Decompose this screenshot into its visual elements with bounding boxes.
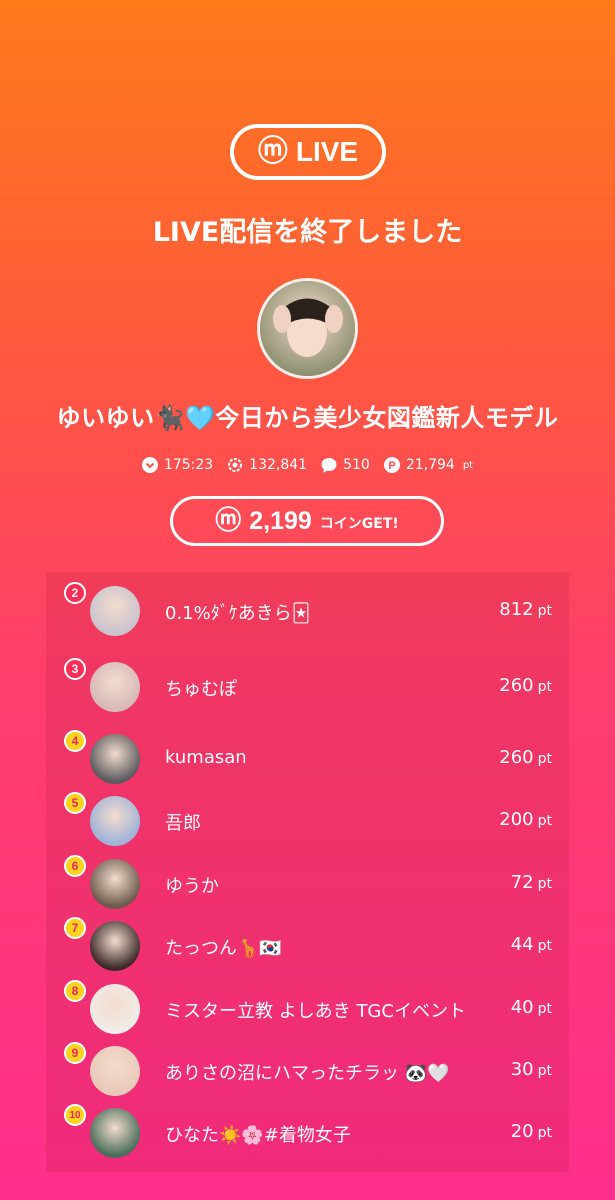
user-points: 40 pt	[511, 997, 552, 1018]
points-number: 72	[510, 872, 534, 893]
rank-badge: 4	[64, 730, 86, 752]
user-points: 44 pt	[511, 934, 552, 955]
streamer-photo	[260, 281, 355, 376]
user-points: 260 pt	[499, 675, 552, 696]
user-avatar[interactable]	[90, 984, 140, 1034]
points-unit: pt	[537, 876, 552, 892]
user-name: ミスター立教 よしあき TGCイベント	[165, 1001, 466, 1022]
user-points: 30 pt	[511, 1059, 552, 1080]
points-number: 20	[510, 1121, 534, 1142]
m-logo-icon: ⓜ	[257, 134, 288, 169]
points-unit: pt	[537, 1125, 552, 1141]
comments-value: 510	[343, 457, 370, 473]
coin-amount: 2,199	[249, 506, 312, 535]
ranking-row[interactable]: 5 吾郎 200 pt	[46, 792, 569, 852]
points-unit: pt	[537, 938, 552, 954]
viewers-icon	[228, 458, 243, 472]
points-number: 200	[499, 809, 534, 830]
rank-badge: 3	[64, 658, 86, 680]
user-name: ちゅむぽ	[165, 679, 237, 700]
user-name: ありさの沼にハマったチラッ 🐼🤍	[165, 1063, 450, 1084]
ranking-row[interactable]: 7 たっつん🦒🇰🇷 44 pt	[46, 917, 569, 977]
coin-icon: ⓜ	[215, 506, 242, 536]
points-number: 40	[510, 997, 534, 1018]
points-icon: P	[383, 457, 400, 473]
streamer-name: ゆいゆい🐈‍⬛🩵今日から美少女図鑑新人モデル	[56, 404, 559, 432]
user-avatar[interactable]	[90, 796, 140, 846]
user-avatar[interactable]	[90, 1108, 140, 1158]
coin-get-badge: ⓜ 2,199 コインGET!	[170, 496, 444, 546]
logo-text: LIVE	[295, 136, 359, 167]
points-unit: pt	[537, 813, 552, 829]
mlive-logo: ⓜ LIVE	[230, 124, 386, 180]
duration-stat: 175:23	[141, 457, 214, 473]
user-name: 0.1%ﾀﾞｹあきら🃏	[165, 603, 311, 624]
points-number: 812	[499, 599, 534, 620]
user-points: 260 pt	[499, 747, 552, 768]
points-value: 21,794	[405, 457, 455, 473]
user-points: 72 pt	[511, 872, 552, 893]
rank-badge: 10	[64, 1104, 86, 1126]
user-avatar[interactable]	[90, 662, 140, 712]
user-name: たっつん🦒🇰🇷	[165, 938, 282, 959]
points-number: 44	[510, 934, 534, 955]
rank-badge: 8	[64, 980, 86, 1002]
ranking-row[interactable]: 8 ミスター立教 よしあき TGCイベント 40 pt	[46, 980, 569, 1040]
points-unit: pt	[537, 603, 552, 619]
user-avatar[interactable]	[90, 921, 140, 971]
user-avatar[interactable]	[90, 586, 140, 636]
rank-badge: 9	[64, 1042, 86, 1064]
points-unit: pt	[537, 679, 552, 695]
user-avatar[interactable]	[90, 1046, 140, 1096]
user-name: ひなた☀️🌸#着物女子	[165, 1125, 351, 1146]
duration-value: 175:23	[163, 457, 214, 473]
ranking-row[interactable]: 3 ちゅむぽ 260 pt	[46, 658, 569, 718]
ranking-row[interactable]: 4 kumasan 260 pt	[46, 730, 569, 790]
streamer-avatar[interactable]	[257, 278, 358, 379]
points-number: 30	[510, 1059, 534, 1080]
points-unit: pt	[537, 1063, 552, 1079]
rank-badge: 6	[64, 855, 86, 877]
gifter-ranking-list: 2 0.1%ﾀﾞｹあきら🃏 812 pt 3 ちゅむぽ 260 pt 4 kumasan 260 pt…	[46, 572, 569, 1172]
rank-badge: 5	[64, 792, 86, 814]
comment-icon	[321, 458, 337, 473]
user-points: 200 pt	[499, 809, 552, 830]
stats-bar: 175:23 132,841 510 P 21,794 pt	[0, 457, 615, 473]
user-name: ゆうか	[165, 876, 219, 897]
page-title: LIVE配信を終了しました	[152, 217, 463, 248]
ranking-row[interactable]: 6 ゆうか 72 pt	[46, 855, 569, 915]
coin-label: コインGET!	[319, 516, 399, 532]
points-number: 260	[499, 747, 534, 768]
ranking-row[interactable]: 10 ひなた☀️🌸#着物女子 20 pt	[46, 1104, 569, 1164]
points-unit: pt	[537, 1001, 552, 1017]
rank-badge: 2	[64, 582, 86, 604]
points-unit: pt	[462, 459, 474, 471]
user-points: 812 pt	[499, 599, 552, 620]
ranking-row[interactable]: 9 ありさの沼にハマったチラッ 🐼🤍 30 pt	[46, 1042, 569, 1102]
viewers-value: 132,841	[249, 457, 308, 473]
user-avatar[interactable]	[90, 859, 140, 909]
points-stat: P 21,794 pt	[383, 457, 474, 473]
points-number: 260	[499, 675, 534, 696]
viewers-stat: 132,841	[227, 457, 307, 473]
points-unit: pt	[537, 751, 552, 767]
rank-badge: 7	[64, 917, 86, 939]
user-avatar[interactable]	[90, 734, 140, 784]
ranking-row[interactable]: 2 0.1%ﾀﾞｹあきら🃏 812 pt	[46, 582, 569, 642]
user-name: kumasan	[165, 747, 247, 768]
user-name: 吾郎	[165, 813, 201, 834]
clock-icon	[141, 457, 158, 473]
comments-stat: 510	[321, 457, 370, 473]
svg-text:P: P	[388, 460, 395, 472]
user-points: 20 pt	[511, 1121, 552, 1142]
